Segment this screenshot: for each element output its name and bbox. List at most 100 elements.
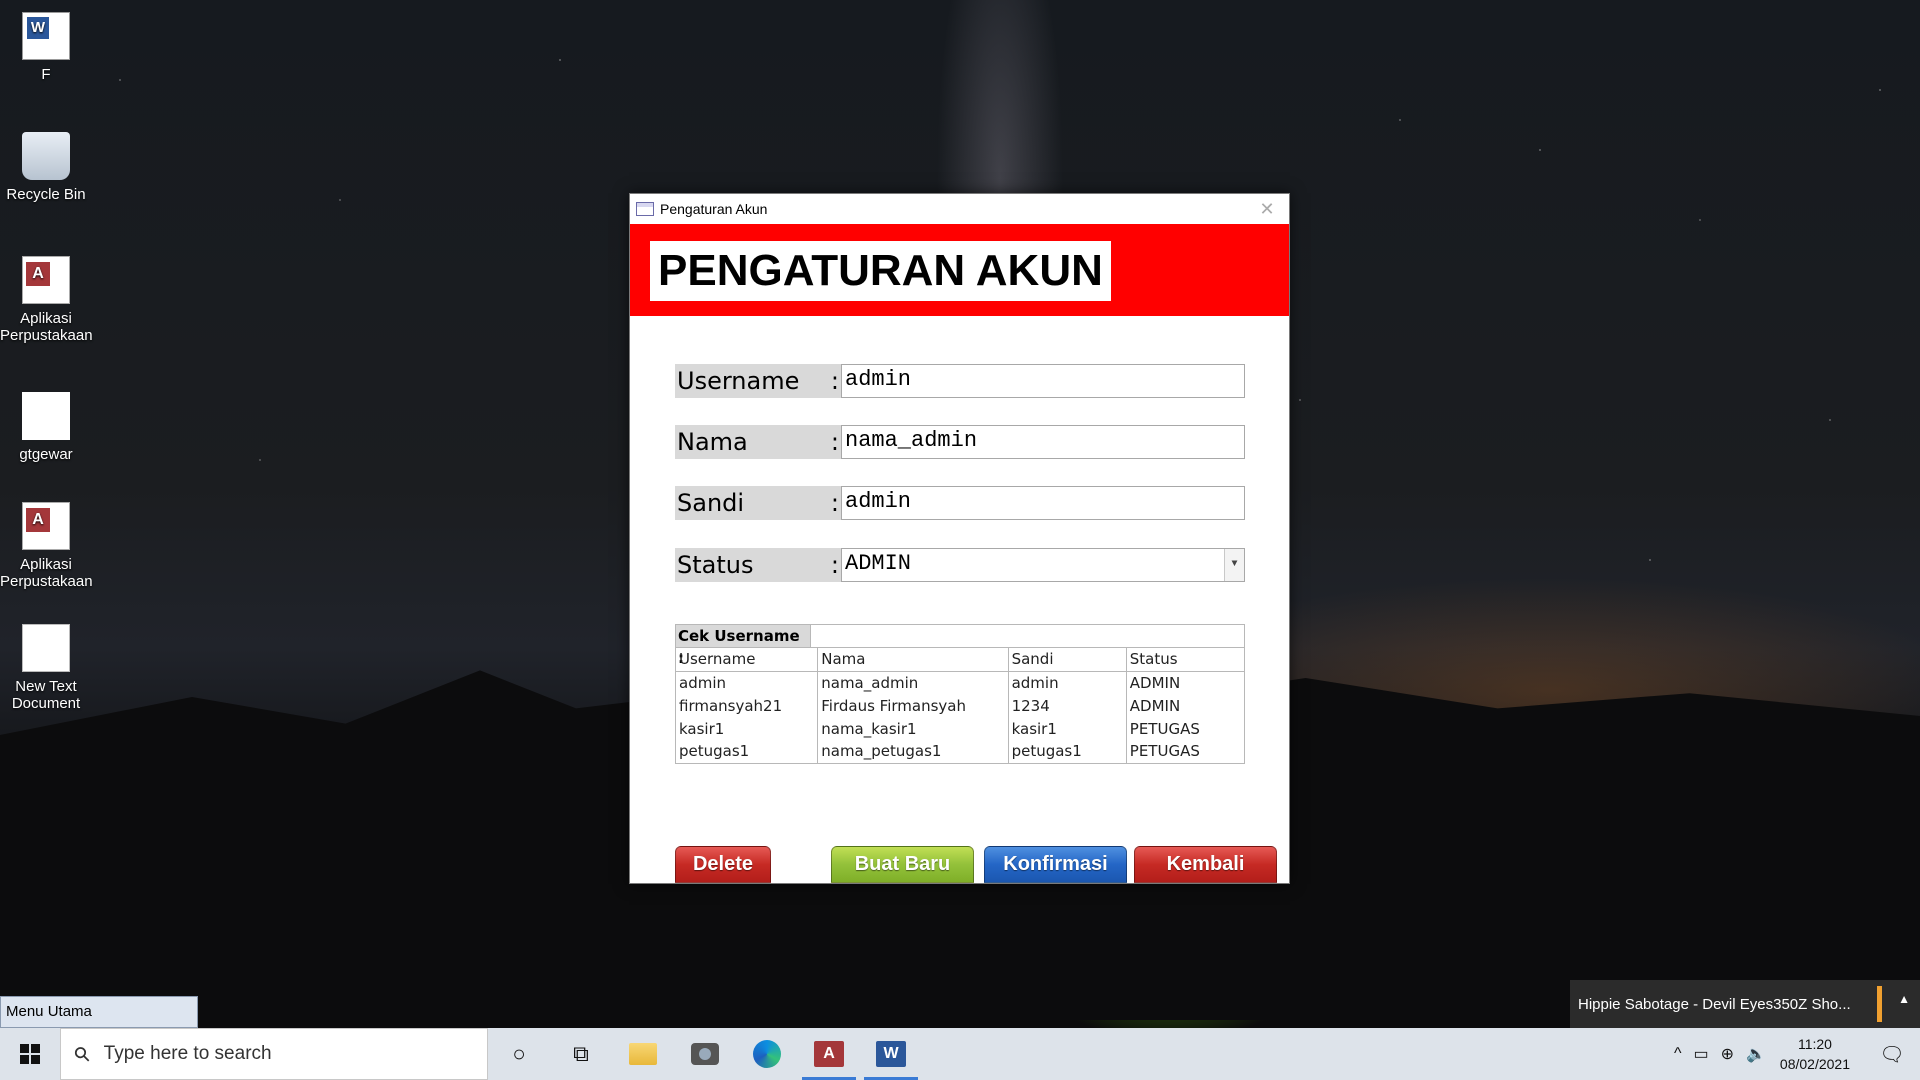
table-cell[interactable]: PETUGAS [1126,740,1246,763]
table-row[interactable]: kasir1 nama_kasir1 kasir1 PETUGAS [675,717,1246,740]
edge-icon [753,1040,781,1068]
table-row[interactable]: admin nama_admin admin ADMIN [675,671,1246,694]
table-cell[interactable]: petugas1 [675,740,819,763]
desktop-icon-label: Aplikasi Perpustakaan [0,310,93,344]
buat-baru-button[interactable]: Buat Baru [831,846,974,883]
table-cell[interactable]: kasir1 [1008,717,1127,740]
search-icon: ⚲ [69,1041,96,1068]
text-document-icon [22,624,70,672]
header-band: PENGATURAN AKUN [630,224,1289,316]
colon: : [830,428,839,456]
sandi-label: Sandi : [675,486,841,520]
status-label-text: Status [677,551,754,579]
cek-username-section: Cek Username : Username Nama Sandi Statu… [675,624,1246,764]
column-header-nama[interactable]: Nama [817,648,1009,672]
system-tray: ^ ▭ ⊕ 🔈 11:20 08/02/2021 🗨 [1668,1028,1920,1080]
cek-username-input[interactable] [810,625,1244,647]
taskbar-edge[interactable] [736,1028,798,1080]
table-cell[interactable]: Firdaus Firmansyah [817,694,1009,717]
speaker-icon[interactable]: 🔈 [1746,1044,1766,1064]
taskbar-search[interactable]: ⚲ Type here to search [60,1028,488,1080]
task-view-button[interactable]: ⧉ [550,1028,612,1080]
table-cell[interactable]: nama_kasir1 [817,717,1009,740]
column-header-sandi[interactable]: Sandi [1008,648,1127,672]
blank-file-icon [22,392,70,440]
table-header-row: Username Nama Sandi Status [675,648,1246,672]
column-header-status[interactable]: Status [1126,648,1246,672]
kembali-button[interactable]: Kembali [1134,846,1277,883]
search-placeholder: Type here to search [103,1043,272,1064]
access-icon: A [814,1041,844,1067]
chevron-down-icon[interactable]: ▼ [1224,549,1244,581]
media-indicator [1877,986,1882,1022]
cek-username-label: Cek Username : [676,625,810,667]
file-explorer-icon [629,1043,657,1065]
taskbar-file-explorer[interactable] [612,1028,674,1080]
table-cell[interactable]: admin [1008,671,1127,694]
cortana-icon: ○ [512,1041,526,1066]
table-row[interactable]: firmansyah21 Firdaus Firmansyah 1234 ADM… [675,694,1246,717]
windows-logo-icon [20,1044,40,1064]
table-cell[interactable]: ADMIN [1126,694,1246,717]
username-label: Username : [675,364,841,398]
desktop-icon-aplikasi-perpustakaan-2[interactable]: Aplikasi Perpustakaan [0,502,93,590]
camera-icon [691,1043,719,1065]
form-icon [636,202,654,216]
desktop-icon-f[interactable]: F [0,12,92,83]
nama-input[interactable]: nama_admin [841,425,1245,459]
sandi-input[interactable]: admin [841,486,1245,520]
desktop-icon-new-text-document[interactable]: New Text Document [0,624,92,712]
table-cell[interactable]: firmansyah21 [675,694,819,717]
media-notification[interactable]: Hippie Sabotage - Devil Eyes350Z Sho... … [1570,980,1920,1028]
globe-icon[interactable]: ⊕ [1721,1044,1734,1064]
chevron-up-icon[interactable]: ▲ [1898,992,1910,1006]
username-label-text: Username [677,367,800,395]
notification-text: Hippie Sabotage - Devil Eyes350Z Sho... [1578,995,1851,1013]
table-cell[interactable]: nama_petugas1 [817,740,1009,763]
word-document-icon [22,12,70,60]
start-button[interactable] [0,1028,60,1080]
notification-center-icon[interactable]: 🗨 [1870,1042,1914,1067]
page-title: PENGATURAN AKUN [650,241,1111,301]
status-label: Status : [675,548,841,582]
desktop-icon-gtgewar[interactable]: gtgewar [0,392,92,463]
cek-username-row: Cek Username : [675,624,1245,667]
word-icon: W [876,1041,906,1067]
task-view-icon: ⧉ [573,1041,589,1066]
desktop-icon-label: F [41,66,51,83]
chevron-up-icon[interactable]: ^ [1674,1045,1682,1063]
delete-button[interactable]: Delete [675,846,771,883]
clock[interactable]: 11:20 08/02/2021 [1780,1034,1850,1074]
desktop-icon-aplikasi-perpustakaan[interactable]: Aplikasi Perpustakaan [0,256,93,344]
battery-icon[interactable]: ▭ [1693,1044,1708,1064]
access-database-icon [22,256,70,304]
table-cell[interactable]: 1234 [1008,694,1127,717]
access-locked-database-icon [22,502,70,550]
taskbar-access[interactable]: A [798,1028,860,1080]
desktop-icon-label: Aplikasi Perpustakaan [0,556,93,590]
username-input[interactable]: admin [841,364,1245,398]
cortana-button[interactable]: ○ [488,1028,550,1080]
taskbar-word[interactable]: W [860,1028,922,1080]
sandi-row: Sandi : admin [675,486,1245,520]
desktop-icon-label: gtgewar [19,446,73,463]
table-cell[interactable]: nama_admin [817,671,1009,694]
table-cell[interactable]: PETUGAS [1126,717,1246,740]
table-row[interactable]: petugas1 nama_petugas1 petugas1 PETUGAS [675,740,1246,763]
table-cell[interactable]: kasir1 [675,717,819,740]
close-icon[interactable]: ✕ [1245,199,1289,220]
window-titlebar[interactable]: Pengaturan Akun ✕ [630,194,1289,224]
sandi-label-text: Sandi [677,489,745,517]
status-select[interactable]: ADMIN ▼ [841,548,1245,582]
menu-utama-minimized-form[interactable]: Menu Utama [0,996,198,1028]
desktop-icon-recycle-bin[interactable]: Recycle Bin [0,132,92,203]
table-cell[interactable]: ADMIN [1126,671,1246,694]
status-select-value: ADMIN [845,551,912,576]
window-title: Pengaturan Akun [660,201,768,217]
table-cell[interactable]: admin [675,671,819,694]
table-cell[interactable]: petugas1 [1008,740,1127,763]
column-header-username[interactable]: Username [675,648,819,672]
colon: : [830,489,839,517]
konfirmasi-button[interactable]: Konfirmasi [984,846,1127,883]
taskbar-camera[interactable] [674,1028,736,1080]
